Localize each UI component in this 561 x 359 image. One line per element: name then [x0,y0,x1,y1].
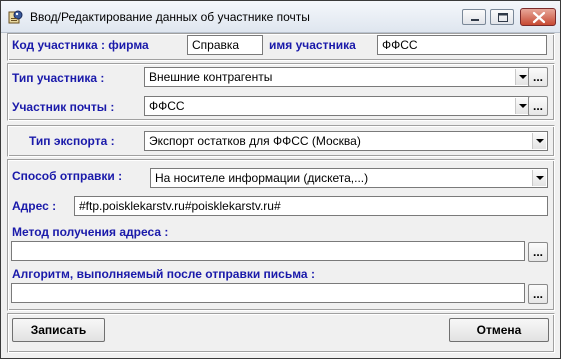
maximize-button[interactable] [490,9,514,25]
mail-participant-value: ФФСС [149,99,185,113]
participant-type-browse-button[interactable]: ... [528,67,548,87]
chevron-down-icon [536,176,544,180]
algorithm-label: Алгоритм, выполняемый после отправки пис… [12,267,315,281]
address-method-browse-button[interactable]: ... [528,242,548,262]
address-method-input[interactable] [11,241,525,261]
app-icon [8,10,23,24]
minimize-icon [471,19,479,21]
participant-name-input[interactable]: ФФСС [377,35,547,55]
algorithm-browse-button[interactable]: ... [528,284,548,304]
chevron-down-icon [519,104,527,108]
export-type-combo[interactable]: Экспорт остатков для ФФСС (Москва) [144,131,548,151]
participant-type-dropdown[interactable] [515,69,529,85]
mail-participant-combo[interactable]: ФФСС [144,96,531,116]
send-method-dropdown[interactable] [532,170,546,186]
send-method-combo[interactable]: На носителе информации (дискета,...) [150,168,548,188]
participant-name-label: имя участника [269,38,356,52]
close-button[interactable] [520,8,556,26]
export-type-value: Экспорт остатков для ФФСС (Москва) [149,134,361,148]
participant-code-label: Код участника : фирма [12,38,149,52]
maximize-icon [498,13,508,22]
participant-type-combo[interactable]: Внешние контрагенты [144,67,531,87]
chevron-down-icon [536,139,544,143]
send-method-value: На носителе информации (дискета,...) [155,171,369,185]
address-label: Адрес : [12,199,57,213]
participant-code-input[interactable]: Справка [187,35,263,55]
export-type-dropdown[interactable] [532,133,546,149]
close-icon [532,11,546,24]
mail-participant-dropdown[interactable] [515,98,529,114]
participant-type-value: Внешние контрагенты [149,70,273,84]
dialog-window: Ввод/Редактирование данных об участнике … [0,0,561,359]
address-input[interactable]: #ftp.poisklekarstv.ru#poisklekarstv.ru# [74,196,548,216]
export-type-label: Тип экспорта : [29,134,115,148]
algorithm-input[interactable] [11,283,525,303]
save-button[interactable]: Записать [12,318,105,342]
send-method-label: Способ отправки : [12,169,123,183]
participant-type-label: Тип участника : [12,71,105,85]
mail-participant-browse-button[interactable]: ... [528,96,548,116]
address-method-label: Метод получения адреса : [12,225,169,239]
chevron-down-icon [519,75,527,79]
title-bar[interactable]: Ввод/Редактирование данных об участнике … [1,1,560,33]
window-title: Ввод/Редактирование данных об участнике … [30,10,310,24]
cancel-button[interactable]: Отмена [449,318,549,342]
minimize-button[interactable] [462,9,486,25]
mail-participant-label: Участник почты : [12,100,115,114]
